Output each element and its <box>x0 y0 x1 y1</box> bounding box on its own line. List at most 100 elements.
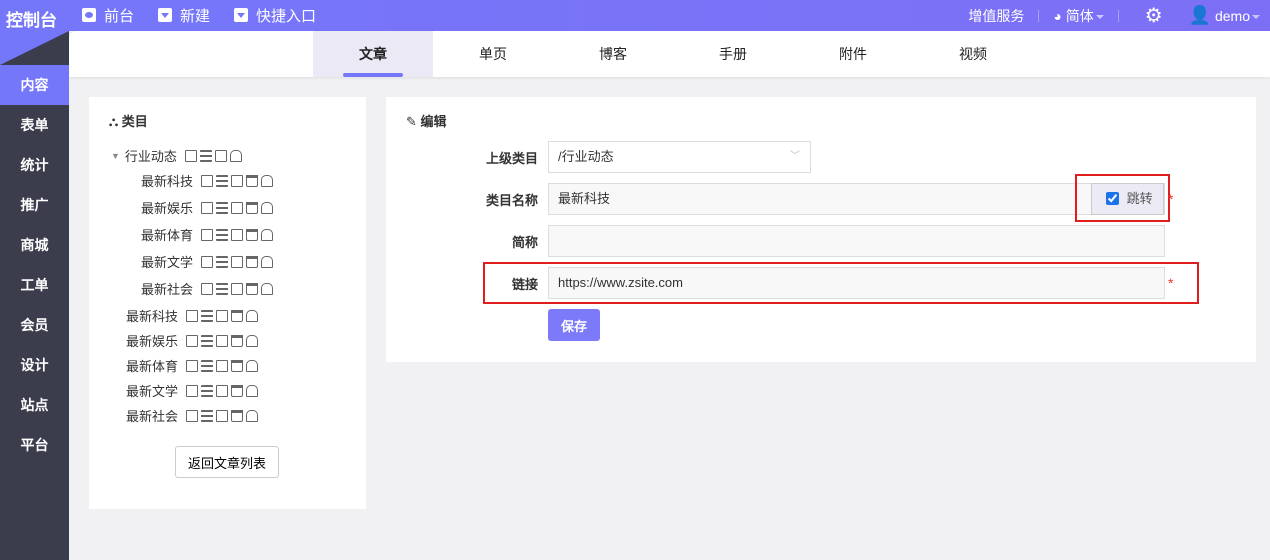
abbr-label: 简称 <box>511 235 538 250</box>
list-icon[interactable] <box>201 334 214 347</box>
user-menu[interactable]: 👤 demo <box>1189 5 1260 26</box>
trash-icon[interactable] <box>246 282 259 295</box>
sidebar-item-content[interactable]: 内容 <box>0 65 69 105</box>
lock-icon[interactable] <box>261 255 274 268</box>
list-icon[interactable] <box>216 201 229 214</box>
brand-logo[interactable]: 控制台 <box>6 6 57 31</box>
tab-manual[interactable]: 手册 <box>673 31 793 77</box>
edit-icon[interactable] <box>201 201 214 214</box>
layout-icon[interactable] <box>216 409 229 422</box>
tab-article[interactable]: 文章 <box>313 31 433 77</box>
gear-icon[interactable]: ⚙ <box>1145 3 1163 28</box>
back-to-article-list-button[interactable]: 返回文章列表 <box>175 446 279 478</box>
list-icon[interactable] <box>216 282 229 295</box>
save-button[interactable]: 保存 <box>548 309 600 341</box>
caret-down-icon[interactable]: ▼ <box>111 151 120 161</box>
lock-icon[interactable] <box>246 334 259 347</box>
sidebar-item-shop[interactable]: 商城 <box>0 225 69 265</box>
tree-item-label[interactable]: 最新娱乐 <box>126 331 178 350</box>
lock-icon[interactable] <box>261 201 274 214</box>
trash-icon[interactable] <box>246 255 259 268</box>
tab-blog[interactable]: 博客 <box>553 31 673 77</box>
tab-video[interactable]: 视频 <box>913 31 1033 77</box>
globe-icon: ◕ <box>1053 7 1062 24</box>
list-icon[interactable] <box>199 149 212 162</box>
layout-icon[interactable] <box>231 255 244 268</box>
trash-icon[interactable] <box>231 359 244 372</box>
tree-item-label[interactable]: 最新科技 <box>126 306 178 325</box>
value-added-services-link[interactable]: 增值服务 <box>968 6 1024 26</box>
tree-item-label[interactable]: 最新社会 <box>126 406 178 425</box>
trash-icon[interactable] <box>231 334 244 347</box>
sidebar-item-design[interactable]: 设计 <box>0 345 69 385</box>
category-name-input[interactable]: 最新科技 <box>548 183 1165 215</box>
nav-new[interactable]: 新建 <box>158 5 210 26</box>
sidebar-item-forms[interactable]: 表单 <box>0 105 69 145</box>
lock-icon[interactable] <box>246 309 259 322</box>
edit-icon[interactable] <box>186 409 199 422</box>
layout-icon[interactable] <box>231 174 244 187</box>
tree-title-text: 类目 <box>121 114 148 129</box>
edit-icon[interactable] <box>184 149 197 162</box>
lock-icon[interactable] <box>246 409 259 422</box>
layout-icon[interactable] <box>231 201 244 214</box>
layout-icon[interactable] <box>216 309 229 322</box>
edit-icon[interactable] <box>201 174 214 187</box>
edit-icon[interactable] <box>186 334 199 347</box>
tree-item: 最新体育 <box>141 225 274 244</box>
layout-icon[interactable] <box>216 384 229 397</box>
edit-icon[interactable] <box>186 359 199 372</box>
tree-item-label[interactable]: 最新科技 <box>141 171 193 190</box>
nav-frontend[interactable]: 前台 <box>82 5 134 26</box>
trash-icon[interactable] <box>246 174 259 187</box>
language-selector[interactable]: ◕ 简体 <box>1053 6 1104 26</box>
username: demo <box>1214 8 1250 24</box>
trash-icon[interactable] <box>231 409 244 422</box>
list-icon[interactable] <box>201 309 214 322</box>
list-icon[interactable] <box>201 409 214 422</box>
sidebar-item-tickets[interactable]: 工单 <box>0 265 69 305</box>
lock-icon[interactable] <box>261 228 274 241</box>
trash-icon[interactable] <box>246 228 259 241</box>
lock-icon[interactable] <box>246 384 259 397</box>
layout-icon[interactable] <box>231 228 244 241</box>
trash-icon[interactable] <box>246 201 259 214</box>
edit-icon[interactable] <box>201 282 214 295</box>
abbr-input[interactable] <box>548 225 1165 257</box>
tree-item-label[interactable]: 最新文学 <box>126 381 178 400</box>
tree-item-label[interactable]: 最新文学 <box>141 252 193 271</box>
tab-attachment[interactable]: 附件 <box>793 31 913 77</box>
edit-icon[interactable] <box>201 228 214 241</box>
tree-item-label[interactable]: 最新体育 <box>141 225 193 244</box>
sidebar-item-site[interactable]: 站点 <box>0 385 69 425</box>
edit-icon[interactable] <box>186 309 199 322</box>
tree-item-label[interactable]: 最新娱乐 <box>141 198 193 217</box>
lock-icon[interactable] <box>261 174 274 187</box>
tree-item-label[interactable]: 行业动态 <box>125 146 177 165</box>
lock-icon[interactable] <box>229 149 242 162</box>
layout-icon[interactable] <box>214 149 227 162</box>
list-icon[interactable] <box>201 384 214 397</box>
list-icon[interactable] <box>201 359 214 372</box>
list-icon[interactable] <box>216 228 229 241</box>
layout-icon[interactable] <box>231 282 244 295</box>
lock-icon[interactable] <box>261 282 274 295</box>
parent-category-select[interactable]: /行业动态 ﹀ <box>548 141 811 173</box>
edit-icon[interactable] <box>186 384 199 397</box>
layout-icon[interactable] <box>216 334 229 347</box>
sidebar-item-stats[interactable]: 统计 <box>0 145 69 185</box>
layout-icon[interactable] <box>216 359 229 372</box>
trash-icon[interactable] <box>231 384 244 397</box>
tree-item-label[interactable]: 最新体育 <box>126 356 178 375</box>
list-icon[interactable] <box>216 255 229 268</box>
tree-item-label[interactable]: 最新社会 <box>141 279 193 298</box>
sidebar-item-members[interactable]: 会员 <box>0 305 69 345</box>
nav-shortcuts[interactable]: 快捷入口 <box>234 5 316 26</box>
list-icon[interactable] <box>216 174 229 187</box>
sidebar-item-platform[interactable]: 平台 <box>0 425 69 465</box>
trash-icon[interactable] <box>231 309 244 322</box>
tab-page[interactable]: 单页 <box>433 31 553 77</box>
lock-icon[interactable] <box>246 359 259 372</box>
sidebar-item-promotion[interactable]: 推广 <box>0 185 69 225</box>
edit-icon[interactable] <box>201 255 214 268</box>
